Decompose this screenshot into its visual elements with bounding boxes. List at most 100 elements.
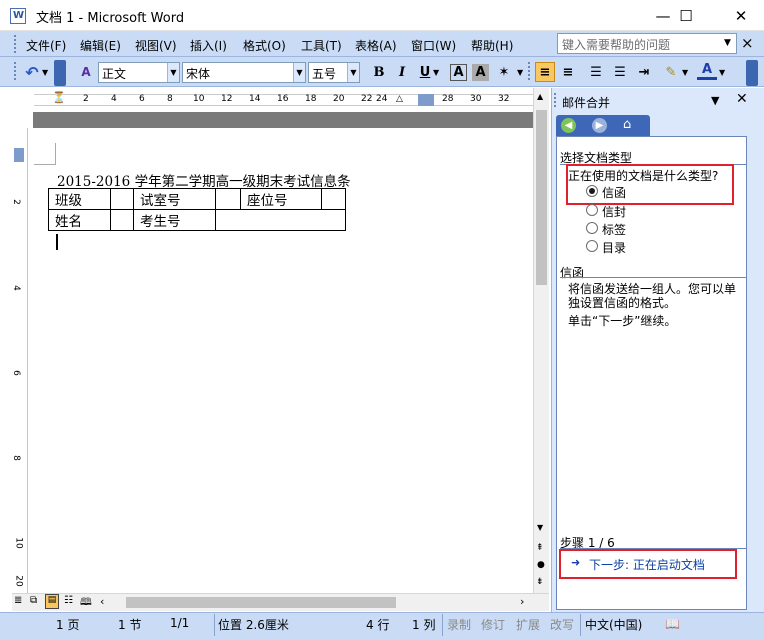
- horizontal-scrollbar[interactable]: ≣ ⧉ ▤ ☷ 🕮 ‹ ›: [12, 593, 549, 611]
- highlight-icon[interactable]: ✎: [661, 62, 681, 82]
- font-size-select[interactable]: 五号 ▼: [308, 62, 360, 83]
- menu-tools[interactable]: 工具(T): [301, 37, 342, 54]
- previous-page-icon[interactable]: ⇞: [536, 543, 544, 553]
- status-extend[interactable]: 扩展: [516, 616, 540, 633]
- document-heading[interactable]: 2015-2016 学年第二学期高一级期末考试信息条: [57, 170, 351, 190]
- font-color-button[interactable]: A: [697, 62, 717, 80]
- forward-icon[interactable]: ▶: [592, 118, 607, 133]
- toolbar-grip[interactable]: [14, 35, 18, 53]
- table-cell[interactable]: [215, 209, 346, 231]
- chevron-down-icon[interactable]: ▼: [347, 63, 359, 82]
- help-search-input[interactable]: 键入需要帮助的问题: [557, 33, 737, 54]
- table-cell[interactable]: 试室号: [133, 188, 216, 210]
- scaling-dropdown-icon[interactable]: ▼: [517, 68, 523, 77]
- toolbar-grip[interactable]: [14, 62, 18, 80]
- indent-icon[interactable]: ⇥: [634, 62, 654, 82]
- ruler-tick: 24: [376, 94, 388, 104]
- radio-directory-label[interactable]: 目录: [602, 239, 626, 256]
- radio-labels[interactable]: [586, 222, 598, 234]
- scroll-right-icon[interactable]: ›: [520, 595, 524, 608]
- menu-window[interactable]: 窗口(W): [411, 37, 456, 54]
- right-indent-marker[interactable]: △: [396, 94, 403, 104]
- table-cell[interactable]: 班级: [48, 188, 111, 210]
- menu-insert[interactable]: 插入(I): [190, 37, 227, 54]
- chevron-down-icon[interactable]: ▼: [293, 63, 305, 82]
- menu-table[interactable]: 表格(A): [355, 37, 397, 54]
- radio-labels-label[interactable]: 标签: [602, 221, 626, 238]
- underline-dropdown-icon[interactable]: ▼: [433, 68, 439, 77]
- pane-grip[interactable]: [554, 93, 558, 107]
- font-select[interactable]: 宋体 ▼: [182, 62, 306, 83]
- arrow-right-icon[interactable]: ➜: [571, 556, 580, 569]
- close-document-button[interactable]: ×: [741, 34, 754, 52]
- scroll-left-icon[interactable]: ‹: [100, 595, 104, 608]
- undo-icon[interactable]: ↶: [22, 62, 42, 82]
- vertical-scrollbar[interactable]: ▲ ▼ ⇞ ● ⇟: [533, 88, 549, 593]
- chevron-down-icon[interactable]: ▼: [167, 63, 179, 82]
- scroll-down-icon[interactable]: ▼: [537, 523, 543, 532]
- radio-letter[interactable]: [586, 185, 598, 197]
- table-cell[interactable]: 座位号: [240, 188, 322, 210]
- menu-view[interactable]: 视图(V): [135, 37, 177, 54]
- table-cell[interactable]: [215, 188, 241, 210]
- menu-edit[interactable]: 编辑(E): [80, 37, 121, 54]
- underline-button[interactable]: U: [415, 62, 435, 82]
- status-track-changes[interactable]: 修订: [481, 616, 505, 633]
- distributed-align-button[interactable]: ≡: [558, 62, 578, 82]
- status-record[interactable]: 录制: [447, 616, 471, 633]
- radio-envelope-label[interactable]: 信封: [602, 203, 626, 220]
- status-overtype[interactable]: 改写: [550, 616, 574, 633]
- menu-help[interactable]: 帮助(H): [471, 37, 513, 54]
- radio-directory[interactable]: [586, 240, 598, 252]
- pane-menu-chevron-icon[interactable]: ▼: [711, 94, 719, 107]
- table-cell[interactable]: 姓名: [48, 209, 111, 231]
- toolbar-options-icon[interactable]: [54, 60, 66, 86]
- bold-button[interactable]: B: [369, 62, 389, 82]
- outline-view-icon[interactable]: ☷: [64, 595, 73, 606]
- table-cell[interactable]: [110, 209, 134, 231]
- next-page-icon[interactable]: ⇟: [536, 577, 544, 587]
- close-button[interactable]: ✕: [718, 0, 764, 31]
- scroll-up-icon[interactable]: ▲: [537, 92, 543, 101]
- bullets-icon[interactable]: ☰: [610, 62, 630, 82]
- align-justify-button[interactable]: ≡: [535, 62, 555, 82]
- status-page-of: 1/1: [170, 616, 190, 630]
- help-dropdown-icon[interactable]: ▼: [724, 38, 731, 48]
- word-icon[interactable]: [10, 8, 26, 24]
- next-step-link[interactable]: 下一步: 正在启动文档: [589, 556, 705, 573]
- text-cursor: [56, 234, 58, 250]
- italic-button[interactable]: I: [392, 62, 412, 82]
- table-cell[interactable]: 考生号: [133, 209, 216, 231]
- undo-dropdown-icon[interactable]: ▼: [42, 68, 48, 77]
- char-shading-button[interactable]: A: [472, 64, 489, 81]
- first-indent-marker[interactable]: ⏳: [52, 91, 66, 104]
- menu-file[interactable]: 文件(F): [26, 37, 66, 54]
- back-icon[interactable]: ◀: [561, 118, 576, 133]
- hscroll-thumb[interactable]: [126, 597, 396, 608]
- table-cell[interactable]: [110, 188, 134, 210]
- character-scaling-icon[interactable]: ✶: [494, 62, 514, 82]
- maximize-button[interactable]: ☐: [663, 0, 709, 31]
- char-border-button[interactable]: A: [450, 64, 467, 81]
- web-layout-icon[interactable]: ⧉: [30, 595, 37, 606]
- table-cell[interactable]: [321, 188, 346, 210]
- info-table[interactable]: 班级 试室号 座位号 姓名 考生号: [48, 188, 346, 231]
- spelling-status-icon[interactable]: 📖: [665, 617, 680, 631]
- highlight-dropdown-icon[interactable]: ▼: [682, 68, 688, 77]
- normal-view-icon[interactable]: ≣: [14, 595, 22, 606]
- toolbar-options-icon[interactable]: [746, 60, 758, 86]
- numbering-icon[interactable]: ☰: [586, 62, 606, 82]
- toolbar-grip[interactable]: [528, 62, 532, 80]
- font-color-dropdown-icon[interactable]: ▼: [719, 68, 725, 77]
- home-icon[interactable]: ⌂: [623, 117, 631, 132]
- radio-envelope[interactable]: [586, 204, 598, 216]
- radio-letter-label[interactable]: 信函: [602, 184, 626, 201]
- reading-layout-icon[interactable]: 🕮: [80, 595, 92, 612]
- scroll-thumb[interactable]: [536, 110, 547, 285]
- menu-format[interactable]: 格式(O): [243, 37, 286, 54]
- style-select[interactable]: 正文 ▼: [98, 62, 180, 83]
- print-layout-icon[interactable]: ▤: [45, 594, 59, 609]
- select-browse-object-icon[interactable]: ●: [537, 560, 545, 570]
- styles-formatting-icon[interactable]: A: [76, 62, 96, 82]
- pane-close-icon[interactable]: ✕: [736, 91, 748, 107]
